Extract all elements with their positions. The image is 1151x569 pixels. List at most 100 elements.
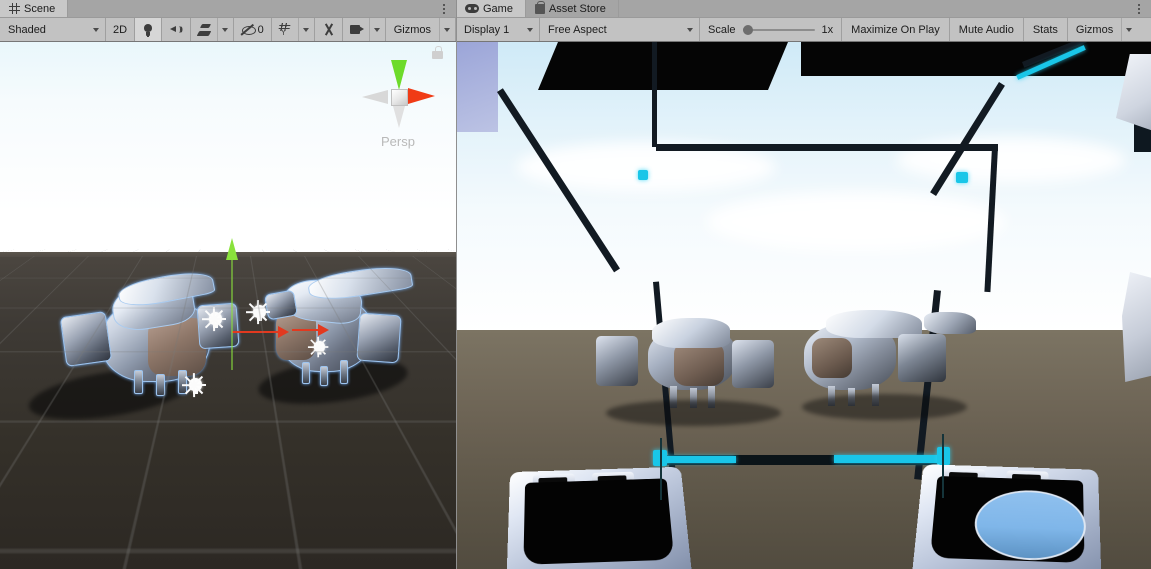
gizmo-axis-neg-x[interactable] — [362, 90, 388, 104]
move-handle-x-axis-secondary[interactable] — [292, 324, 329, 336]
draw-mode-label: Shaded — [8, 23, 46, 36]
canopy-strut-top — [656, 144, 998, 151]
mech-left-pod-near — [59, 311, 113, 367]
console-right-antenna — [942, 434, 944, 498]
scene-grid-group[interactable] — [271, 18, 315, 41]
game-shadow-left — [606, 400, 781, 426]
scene-camera-dropdown[interactable] — [368, 18, 385, 41]
draw-mode-dropdown[interactable]: Shaded — [0, 18, 107, 41]
scene-fx-group[interactable] — [190, 18, 234, 41]
scene-camera-group[interactable] — [342, 18, 386, 41]
scene-more-options-icon[interactable] — [438, 0, 456, 17]
tab-asset-store[interactable]: Asset Store — [525, 0, 619, 17]
scene-grid-dropdown[interactable] — [297, 18, 314, 41]
point-light-gizmo-right[interactable] — [244, 297, 274, 327]
grid-axis-icon — [279, 23, 291, 37]
eye-off-icon — [241, 24, 256, 35]
display-label: Display 1 — [464, 23, 510, 36]
mech-left-leg-a — [134, 370, 143, 394]
mech-right-pod-near — [356, 312, 402, 364]
view-lock-icon[interactable] — [432, 46, 444, 59]
scene-toolbar: Shaded 2D 0 Y Gizmos — [0, 18, 456, 42]
game-gizmos-button[interactable]: Gizmos — [1067, 18, 1122, 41]
game-panel: Game Asset Store Display 1 Free Aspect S… — [456, 0, 1151, 569]
scene-fx-dropdown[interactable] — [216, 18, 233, 41]
game-gizmos-group[interactable]: Gizmos — [1067, 18, 1138, 41]
display-dropdown[interactable]: Display 1 — [456, 18, 540, 41]
game-viewport[interactable] — [456, 42, 1151, 569]
chevron-down-icon — [373, 27, 380, 32]
point-light-gizmo-front[interactable] — [180, 370, 210, 400]
mech-right-leg-b — [320, 366, 328, 386]
mech-right-leg-a — [302, 362, 310, 384]
mech-robot-far-right — [786, 308, 976, 406]
chevron-down-icon — [93, 27, 100, 32]
scene-gizmos-group[interactable]: Gizmos — [385, 18, 456, 41]
scene-gizmos-dropdown[interactable] — [439, 18, 455, 41]
gizmo-axis-neg-y[interactable] — [393, 106, 405, 128]
game-tab-bar: Game Asset Store — [456, 0, 1151, 18]
chevron-down-icon — [302, 27, 309, 32]
scene-gizmos-button[interactable]: Gizmos — [385, 18, 439, 41]
scale-value: 1x — [821, 23, 834, 36]
aspect-ratio-dropdown[interactable]: Free Aspect — [540, 18, 700, 41]
tab-game-label: Game — [483, 2, 513, 15]
game-toolbar: Display 1 Free Aspect Scale 1x Maximize … — [456, 18, 1151, 42]
scene-lighting-toggle[interactable] — [135, 18, 163, 41]
scale-slider[interactable] — [742, 24, 815, 36]
aspect-ratio-label: Free Aspect — [548, 23, 607, 36]
scene-viewport[interactable]: Persp — [0, 42, 456, 569]
scene-audio-toggle[interactable] — [162, 18, 191, 41]
console-left-antenna — [660, 438, 662, 500]
console-left-screen — [523, 478, 675, 565]
mech-right-leg-c — [340, 360, 348, 384]
mech-left-leg-b — [156, 374, 165, 396]
point-light-gizmo-center[interactable] — [200, 304, 230, 334]
game-toolbar-spacer — [1137, 18, 1151, 41]
stats-label: Stats — [1032, 23, 1058, 36]
scene-fx-toggle[interactable] — [190, 18, 217, 41]
mute-audio-label: Mute Audio — [958, 23, 1014, 36]
chevron-down-icon — [687, 27, 693, 32]
game-more-options-icon[interactable] — [1133, 0, 1151, 17]
point-light-gizmo-extra[interactable] — [306, 334, 332, 360]
stats-button[interactable]: Stats — [1023, 18, 1068, 41]
maximize-on-play-label: Maximize On Play — [851, 23, 940, 36]
lightbulb-icon — [144, 23, 153, 36]
hidden-objects-toggle[interactable]: 0 — [233, 18, 272, 41]
toggle-2d-button[interactable]: 2D — [106, 18, 136, 41]
hud-bar-segment-2 — [834, 455, 944, 463]
maximize-on-play-button[interactable]: Maximize On Play — [842, 18, 950, 41]
hud-node-right — [956, 172, 968, 183]
scale-control[interactable]: Scale 1x — [700, 18, 843, 41]
hud-node-left — [638, 170, 648, 180]
scene-tab-spacer — [68, 0, 438, 17]
gizmo-axis-x[interactable] — [408, 88, 435, 104]
gizmo-axis-y[interactable] — [391, 60, 407, 90]
game-gizmos-dropdown[interactable] — [1121, 18, 1138, 41]
shopping-bag-icon — [534, 0, 545, 14]
mech-robot-left[interactable] — [59, 267, 240, 398]
scene-camera-button[interactable] — [342, 18, 369, 41]
canopy-panel-left — [538, 42, 788, 90]
tab-scene[interactable]: Scene — [0, 0, 69, 17]
scene-tab-bar: Scene — [0, 0, 456, 18]
speaker-icon — [169, 24, 183, 35]
panel-divider[interactable] — [456, 0, 457, 569]
projection-mode-label[interactable]: Persp — [364, 134, 432, 149]
scene-grid-toggle[interactable] — [271, 18, 298, 41]
scene-orientation-gizmo[interactable]: Persp — [362, 54, 435, 154]
gizmo-center-cube[interactable] — [391, 89, 408, 106]
chevron-down-icon — [221, 27, 228, 32]
mute-audio-button[interactable]: Mute Audio — [949, 18, 1024, 41]
canopy-pillar-left — [456, 42, 498, 132]
move-handle-x-axis[interactable] — [232, 326, 289, 338]
camera-icon — [349, 25, 364, 34]
transform-gizmo-y-cone[interactable] — [226, 238, 238, 260]
toggle-2d-label: 2D — [113, 23, 128, 36]
cockpit-console-left — [505, 466, 696, 569]
grid-icon — [9, 3, 20, 14]
tab-game[interactable]: Game — [456, 0, 526, 17]
scale-slider-knob[interactable] — [742, 24, 753, 35]
scene-tools-button[interactable] — [314, 18, 343, 41]
